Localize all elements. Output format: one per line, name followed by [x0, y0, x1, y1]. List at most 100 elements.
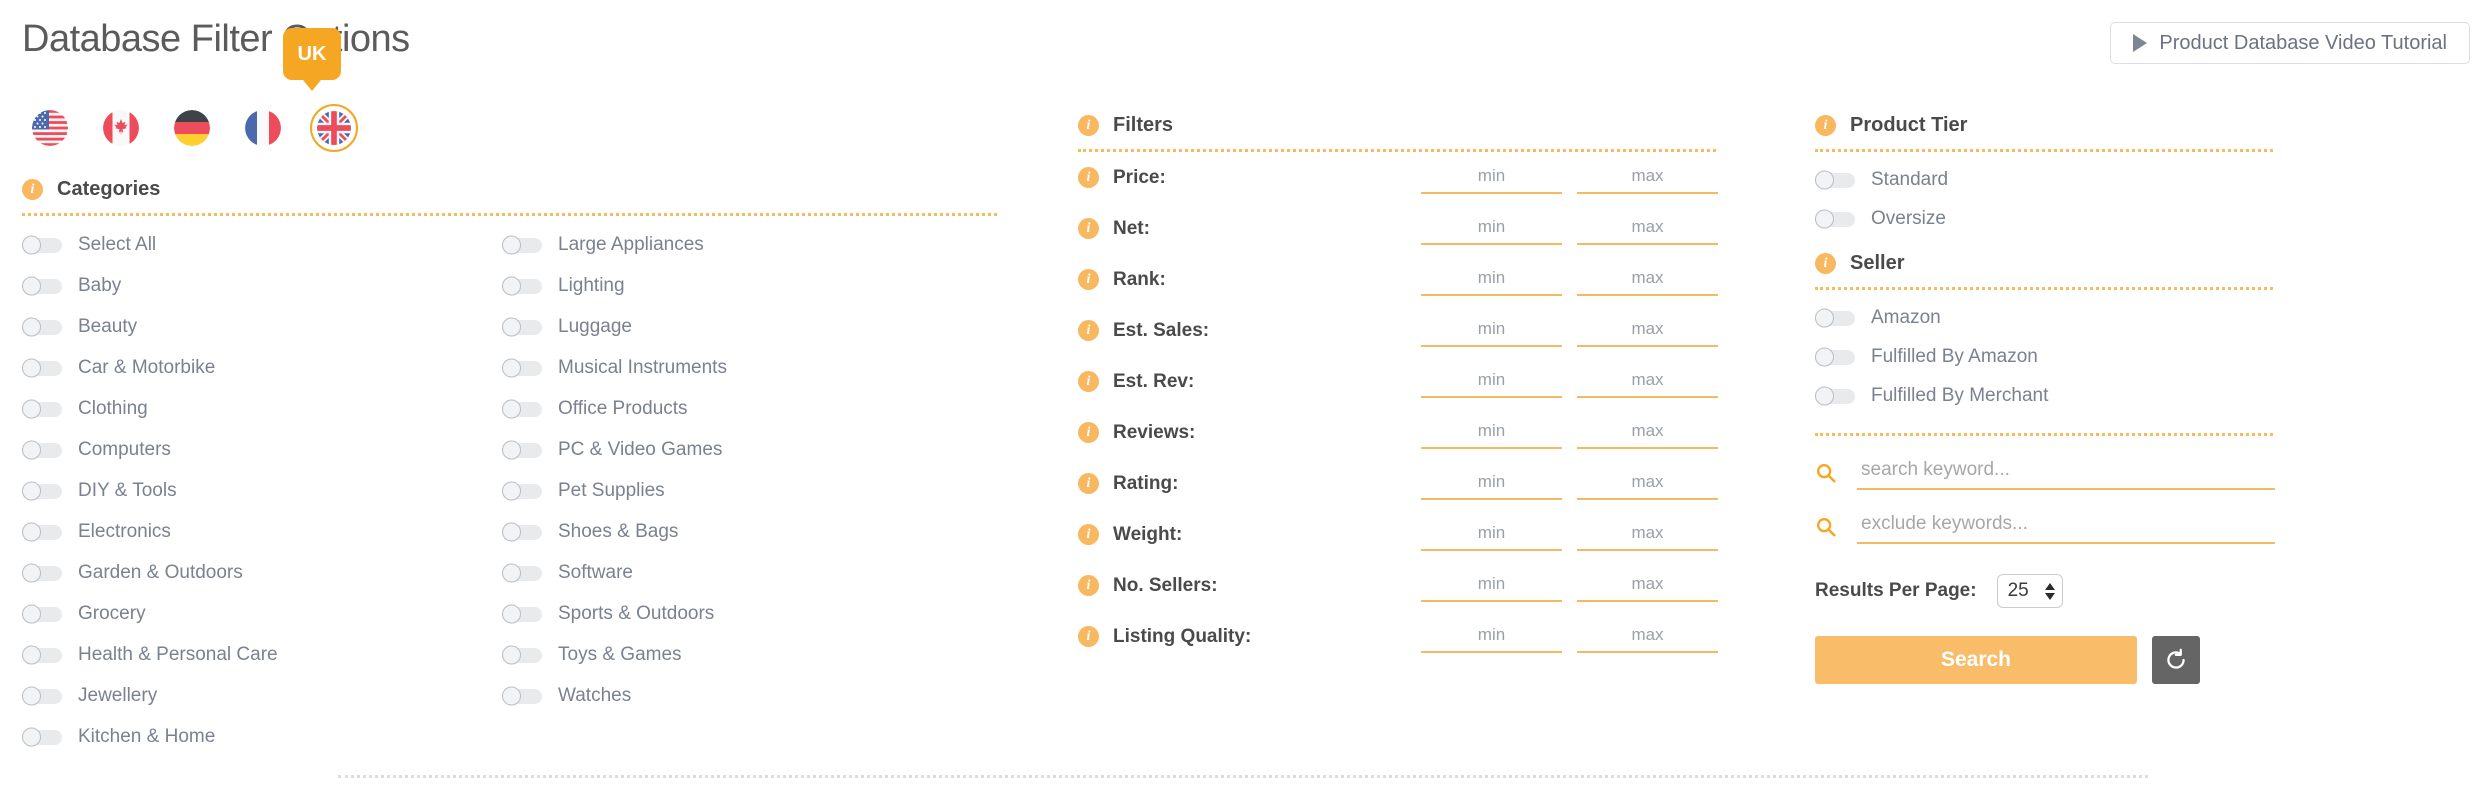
- info-icon[interactable]: i: [1078, 473, 1099, 494]
- category-toggle-row[interactable]: Luggage: [502, 316, 727, 338]
- toggle-switch[interactable]: [22, 235, 62, 255]
- filter-est-rev-max[interactable]: [1577, 365, 1718, 398]
- info-icon[interactable]: i: [1078, 422, 1099, 443]
- category-toggle-row[interactable]: Select All: [22, 234, 502, 256]
- toggle-switch[interactable]: [502, 440, 542, 460]
- toggle-switch[interactable]: [22, 727, 62, 747]
- filter-no-sellers-max[interactable]: [1577, 569, 1718, 602]
- toggle-switch[interactable]: [502, 235, 542, 255]
- info-icon[interactable]: i: [1078, 115, 1099, 136]
- toggle-switch[interactable]: [22, 358, 62, 378]
- filter-listing-quality-max[interactable]: [1577, 620, 1718, 653]
- seller-toggle-row[interactable]: Amazon: [1815, 307, 2275, 329]
- category-toggle-row[interactable]: Jewellery: [22, 685, 502, 707]
- search-keyword-input[interactable]: [1857, 456, 2275, 490]
- toggle-switch[interactable]: [502, 317, 542, 337]
- category-toggle-row[interactable]: Computers: [22, 439, 502, 461]
- product-tier-toggle-row[interactable]: Standard: [1815, 169, 2275, 191]
- stepper-arrows-icon[interactable]: [2044, 582, 2055, 600]
- toggle-switch[interactable]: [1815, 386, 1855, 406]
- seller-toggle-row[interactable]: Fulfilled By Merchant: [1815, 385, 2275, 407]
- category-toggle-row[interactable]: Beauty: [22, 316, 502, 338]
- filter-listing-quality-min[interactable]: [1421, 620, 1562, 653]
- info-icon[interactable]: i: [1078, 320, 1099, 341]
- info-icon[interactable]: i: [1815, 253, 1836, 274]
- toggle-switch[interactable]: [22, 399, 62, 419]
- marketplace-flag-uk[interactable]: [310, 104, 358, 152]
- category-toggle-row[interactable]: Lighting: [502, 275, 727, 297]
- toggle-switch[interactable]: [502, 686, 542, 706]
- toggle-switch[interactable]: [502, 563, 542, 583]
- toggle-switch[interactable]: [1815, 170, 1855, 190]
- filter-rating-min[interactable]: [1421, 467, 1562, 500]
- toggle-switch[interactable]: [1815, 308, 1855, 328]
- category-toggle-row[interactable]: Clothing: [22, 398, 502, 420]
- toggle-switch[interactable]: [502, 276, 542, 296]
- marketplace-flag-de[interactable]: [168, 104, 216, 152]
- filter-est-rev-min[interactable]: [1421, 365, 1562, 398]
- toggle-switch[interactable]: [502, 399, 542, 419]
- category-toggle-row[interactable]: Baby: [22, 275, 502, 297]
- category-toggle-row[interactable]: Sports & Outdoors: [502, 603, 727, 625]
- filter-weight-max[interactable]: [1577, 518, 1718, 551]
- filter-net-min[interactable]: [1421, 212, 1562, 245]
- toggle-switch[interactable]: [22, 440, 62, 460]
- toggle-switch[interactable]: [22, 276, 62, 296]
- category-toggle-row[interactable]: Office Products: [502, 398, 727, 420]
- toggle-switch[interactable]: [22, 563, 62, 583]
- info-icon[interactable]: i: [1078, 218, 1099, 239]
- filter-net-max[interactable]: [1577, 212, 1718, 245]
- filter-price-min[interactable]: [1421, 161, 1562, 194]
- filter-no-sellers-min[interactable]: [1421, 569, 1562, 602]
- filter-price-max[interactable]: [1577, 161, 1718, 194]
- toggle-switch[interactable]: [22, 686, 62, 706]
- toggle-switch[interactable]: [1815, 347, 1855, 367]
- category-toggle-row[interactable]: Car & Motorbike: [22, 357, 502, 379]
- filter-rank-min[interactable]: [1421, 263, 1562, 296]
- filter-est-sales-max[interactable]: [1577, 314, 1718, 347]
- seller-toggle-row[interactable]: Fulfilled By Amazon: [1815, 346, 2275, 368]
- marketplace-flag-ca[interactable]: [97, 104, 145, 152]
- toggle-switch[interactable]: [502, 481, 542, 501]
- category-toggle-row[interactable]: Shoes & Bags: [502, 521, 727, 543]
- category-toggle-row[interactable]: Toys & Games: [502, 644, 727, 666]
- filter-reviews-min[interactable]: [1421, 416, 1562, 449]
- exclude-keywords-input[interactable]: [1857, 510, 2275, 544]
- toggle-switch[interactable]: [502, 358, 542, 378]
- toggle-switch[interactable]: [22, 317, 62, 337]
- product-tier-toggle-row[interactable]: Oversize: [1815, 208, 2275, 230]
- toggle-switch[interactable]: [22, 645, 62, 665]
- category-toggle-row[interactable]: Kitchen & Home: [22, 726, 502, 748]
- category-toggle-row[interactable]: PC & Video Games: [502, 439, 727, 461]
- toggle-switch[interactable]: [22, 522, 62, 542]
- toggle-switch[interactable]: [1815, 209, 1855, 229]
- category-toggle-row[interactable]: Garden & Outdoors: [22, 562, 502, 584]
- filter-rank-max[interactable]: [1577, 263, 1718, 296]
- toggle-switch[interactable]: [22, 604, 62, 624]
- category-toggle-row[interactable]: Health & Personal Care: [22, 644, 502, 666]
- marketplace-flag-fr[interactable]: [239, 104, 287, 152]
- reset-button[interactable]: [2152, 636, 2200, 684]
- category-toggle-row[interactable]: Electronics: [22, 521, 502, 543]
- filter-rating-max[interactable]: [1577, 467, 1718, 500]
- category-toggle-row[interactable]: Large Appliances: [502, 234, 727, 256]
- info-icon[interactable]: i: [1078, 167, 1099, 188]
- video-tutorial-button[interactable]: Product Database Video Tutorial: [2110, 22, 2470, 64]
- category-toggle-row[interactable]: Software: [502, 562, 727, 584]
- category-toggle-row[interactable]: Pet Supplies: [502, 480, 727, 502]
- category-toggle-row[interactable]: Grocery: [22, 603, 502, 625]
- info-icon[interactable]: i: [1078, 524, 1099, 545]
- info-icon[interactable]: i: [1815, 115, 1836, 136]
- filter-reviews-max[interactable]: [1577, 416, 1718, 449]
- toggle-switch[interactable]: [502, 645, 542, 665]
- toggle-switch[interactable]: [502, 522, 542, 542]
- filter-weight-min[interactable]: [1421, 518, 1562, 551]
- toggle-switch[interactable]: [502, 604, 542, 624]
- results-per-page-select[interactable]: 25: [1996, 574, 2063, 608]
- info-icon[interactable]: i: [1078, 269, 1099, 290]
- info-icon[interactable]: i: [1078, 626, 1099, 647]
- search-button[interactable]: Search: [1815, 636, 2137, 684]
- marketplace-flag-us[interactable]: [26, 104, 74, 152]
- category-toggle-row[interactable]: DIY & Tools: [22, 480, 502, 502]
- info-icon[interactable]: i: [1078, 371, 1099, 392]
